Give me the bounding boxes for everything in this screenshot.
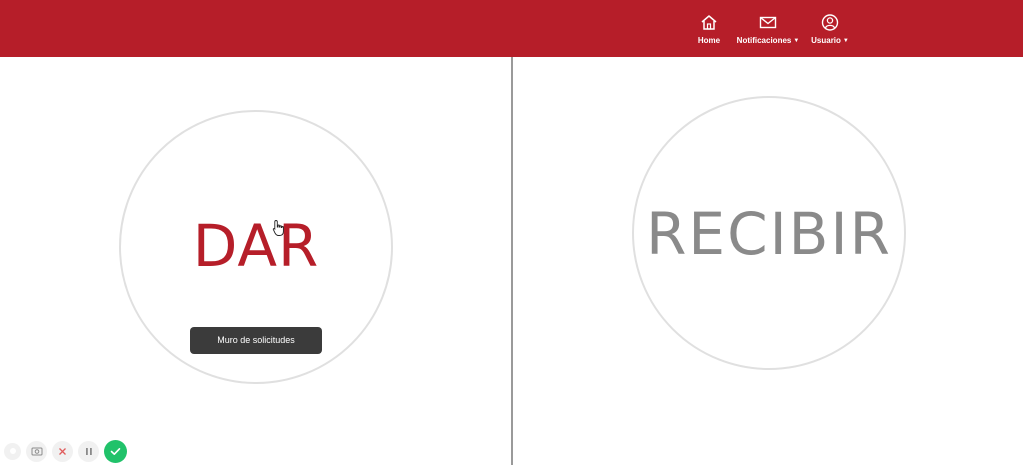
envelope-icon [759,16,777,29]
top-header: Home Notificaciones ▼ Usuario ▼ [0,0,1023,57]
check-icon [110,447,121,455]
camera-button[interactable] [26,440,47,462]
cancel-recording-button[interactable] [52,440,73,462]
give-option-label: DAR [192,212,320,280]
receive-option-label: RECIBIR [646,200,892,268]
give-tooltip: Muro de solicitudes [190,327,322,354]
record-dot-icon [9,448,16,454]
record-dot-button[interactable] [4,442,21,460]
user-icon [821,14,839,31]
chevron-down-icon: ▼ [842,38,849,44]
receive-option-button[interactable]: RECIBIR [632,96,906,370]
chevron-down-icon: ▼ [793,38,800,44]
finish-recording-button[interactable] [104,439,127,463]
nav-home[interactable]: Home [690,14,728,54]
nav-user[interactable]: Usuario ▼ [806,14,854,54]
pause-recording-button[interactable] [78,440,99,462]
hand-cursor-icon [272,220,284,236]
nav-notifications[interactable]: Notificaciones ▼ [733,14,803,54]
recorder-toolbar [4,439,127,463]
camera-icon [31,447,42,456]
nav-home-label: Home [697,36,721,45]
nav-user-label: Usuario [811,36,841,46]
home-icon [701,15,717,30]
center-divider [511,57,513,465]
pause-icon [85,447,92,455]
nav-notifications-label: Notificaciones [736,36,792,46]
close-icon [59,447,66,455]
